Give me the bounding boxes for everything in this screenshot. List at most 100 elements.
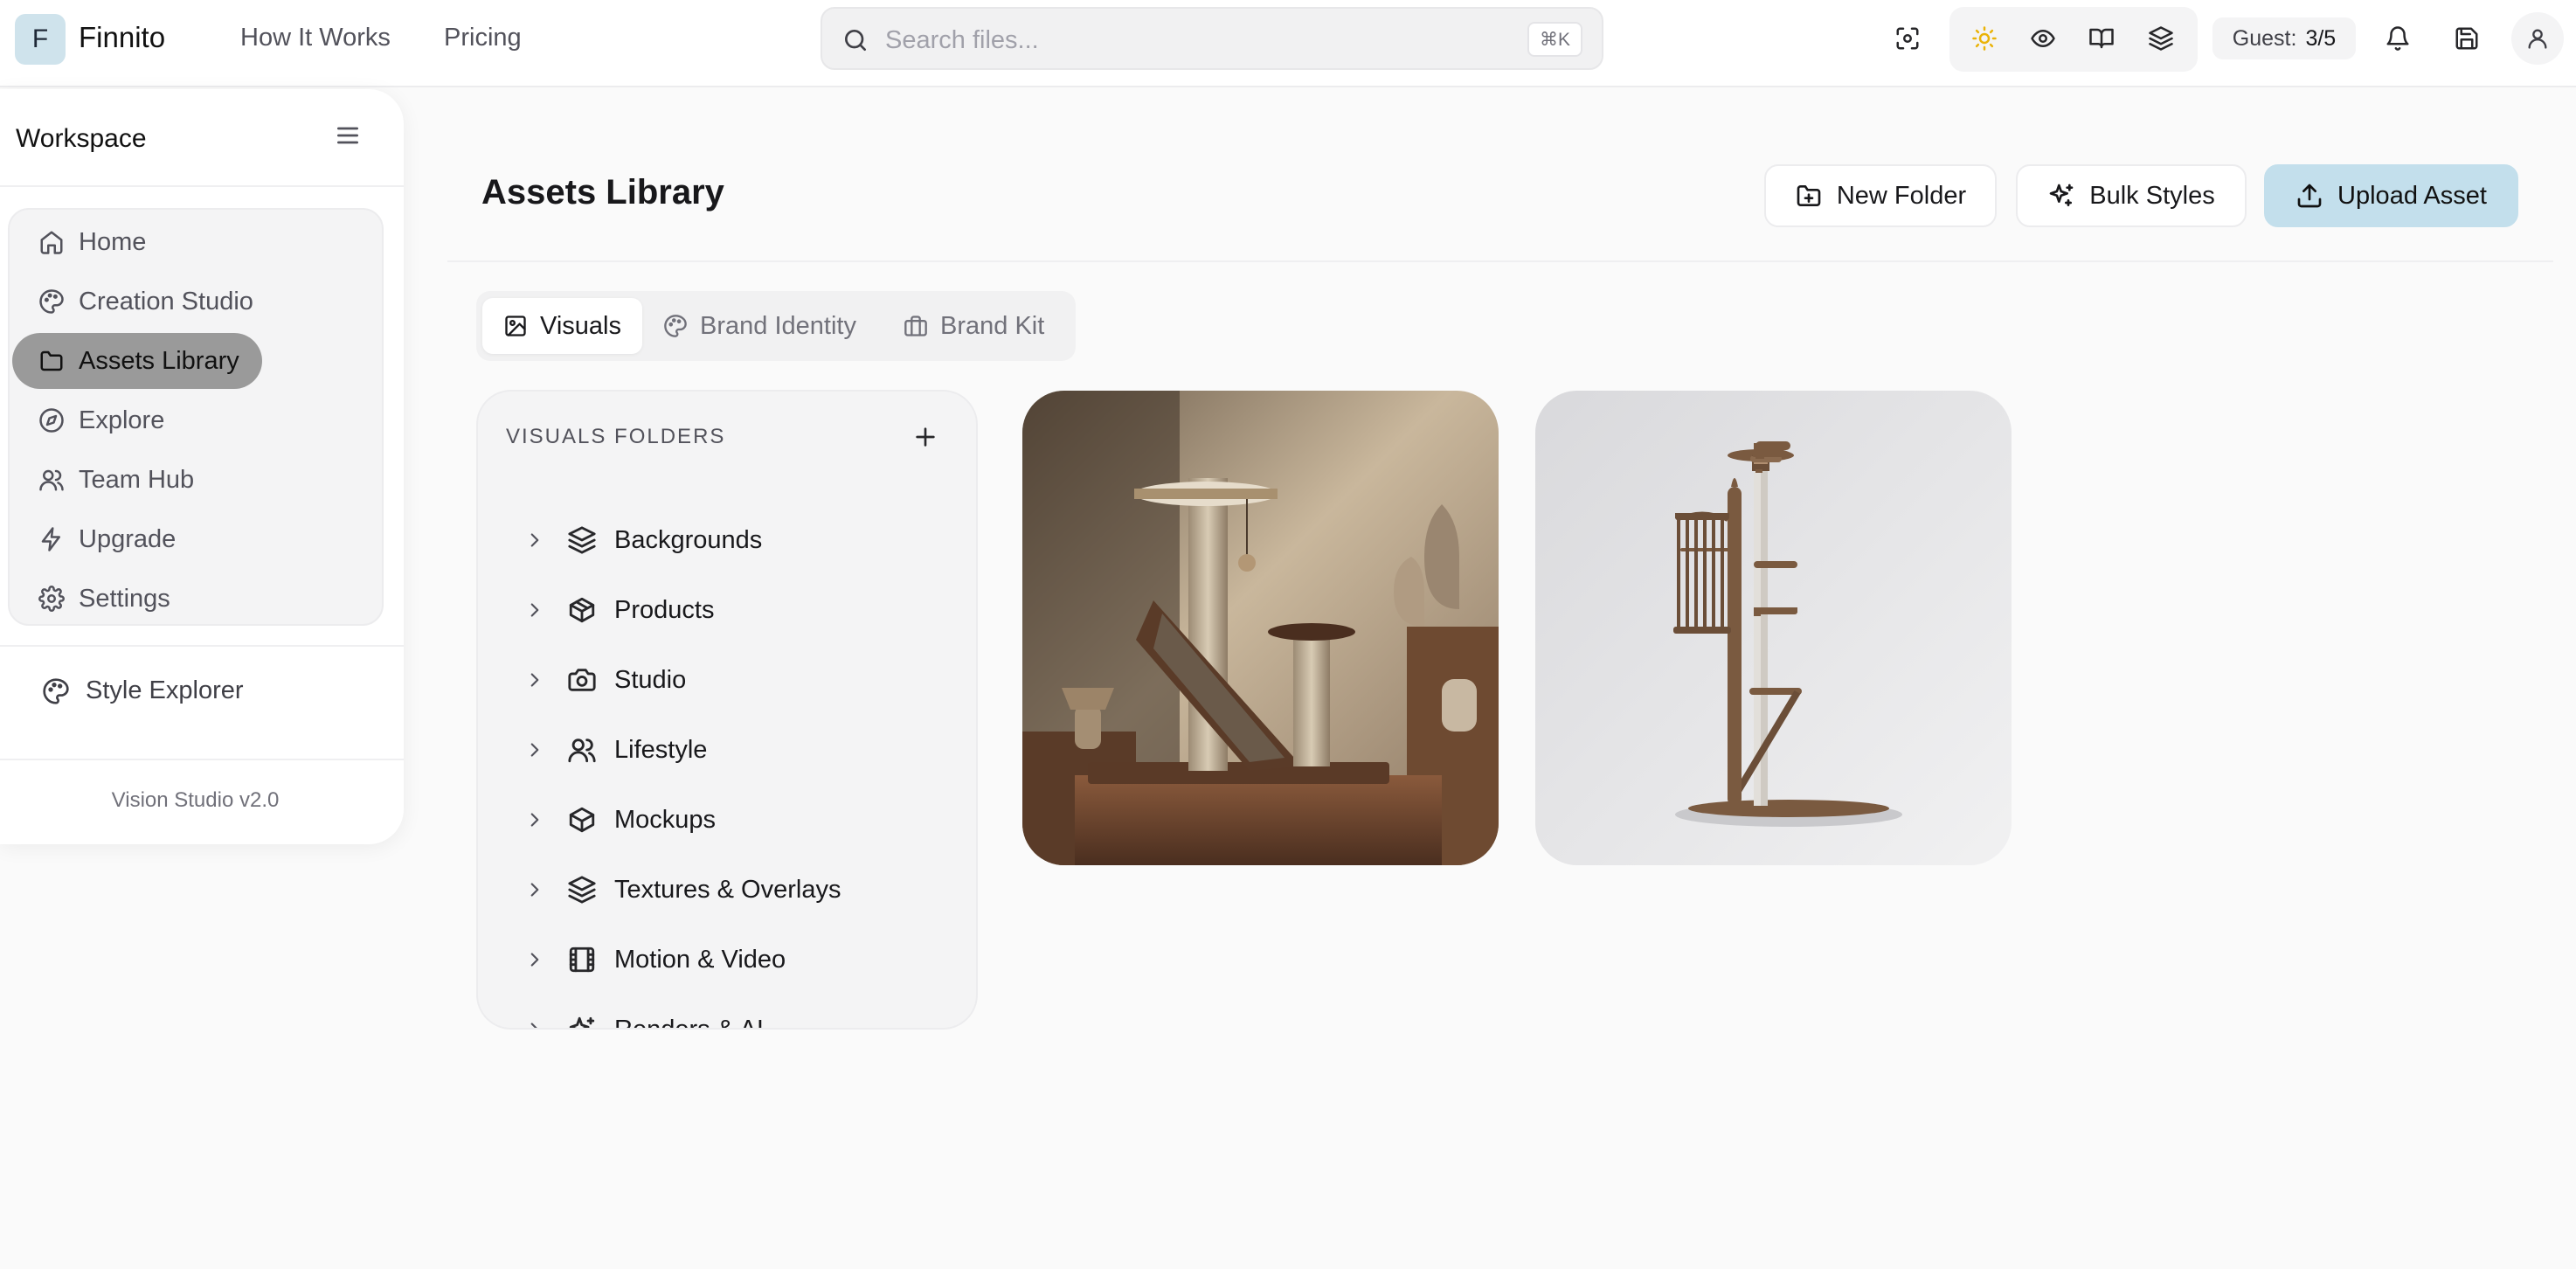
style-explorer-label: Style Explorer: [86, 676, 244, 704]
folder-icon: [38, 348, 65, 374]
folder-products[interactable]: Products: [523, 584, 714, 636]
chevron-right-icon[interactable]: [523, 808, 550, 831]
chevron-right-icon[interactable]: [523, 1018, 550, 1028]
sidebar-item-label: Upgrade: [79, 524, 177, 553]
cat-tree-photo: [1022, 391, 1499, 865]
nav-pricing[interactable]: Pricing: [444, 24, 522, 52]
new-folder-button[interactable]: New Folder: [1764, 164, 1997, 227]
sidebar-item-explore[interactable]: Explore: [12, 392, 204, 448]
search-icon: [841, 26, 869, 54]
package-icon: [567, 595, 597, 625]
chevron-right-icon[interactable]: [523, 669, 550, 691]
bell-icon[interactable]: [2380, 21, 2415, 56]
folders-title: VISUALS FOLDERS: [506, 425, 726, 448]
tab-brand-identity[interactable]: Brand Identity: [642, 298, 877, 354]
upload-asset-button[interactable]: Upload Asset: [2264, 164, 2518, 227]
view-tools: [1949, 7, 2198, 72]
users-icon: [38, 467, 65, 493]
asset-tabs: Visuals Brand Identity Brand Kit: [476, 291, 1076, 361]
gear-icon: [38, 586, 65, 612]
folder-plus-icon: [1795, 182, 1823, 210]
user-icon[interactable]: [2511, 12, 2564, 65]
chevron-right-icon[interactable]: [523, 878, 550, 901]
layers-icon[interactable]: [2143, 21, 2178, 56]
eye-icon[interactable]: [2025, 21, 2060, 56]
image-icon: [503, 314, 528, 338]
folder-label: Motion & Video: [614, 945, 786, 974]
app-name[interactable]: Finnito: [79, 21, 165, 54]
logo-letter: F: [31, 24, 49, 53]
folder-lifestyle[interactable]: Lifestyle: [523, 724, 707, 776]
guest-counter: Guest: 3/5: [2212, 17, 2356, 59]
palette-icon: [42, 677, 70, 705]
page-title: Assets Library: [481, 173, 724, 212]
sun-icon[interactable]: [1967, 21, 2002, 56]
bulk-styles-button[interactable]: Bulk Styles: [2016, 164, 2247, 227]
asset-card[interactable]: [1535, 391, 2012, 865]
folder-textures-overlays[interactable]: Textures & Overlays: [523, 863, 841, 916]
style-explorer-link[interactable]: Style Explorer: [42, 676, 244, 705]
package-icon: [567, 805, 597, 835]
palette-icon: [38, 288, 65, 315]
save-icon[interactable]: [2449, 21, 2484, 56]
guest-value: 3/5: [2305, 25, 2337, 51]
folder-backgrounds[interactable]: Backgrounds: [523, 514, 762, 566]
top-bar: F Finnito How It Works Pricing Search fi…: [0, 0, 2576, 87]
menu-icon[interactable]: [334, 121, 362, 149]
film-icon: [567, 945, 597, 974]
header-divider: [447, 260, 2553, 262]
folder-label: Studio: [614, 665, 687, 694]
focus-icon[interactable]: [1890, 21, 1925, 56]
nav-how-it-works[interactable]: How It Works: [240, 24, 391, 52]
add-folder-icon[interactable]: [911, 423, 939, 451]
sidebar-nav: Home Creation Studio Assets Library Expl…: [8, 208, 384, 626]
folder-label: Backgrounds: [614, 525, 763, 554]
folder-label: Mockups: [614, 805, 717, 834]
shortcut-hint: ⌘K: [1527, 22, 1582, 57]
compass-icon: [38, 407, 65, 433]
sidebar-item-creation-studio[interactable]: Creation Studio: [12, 274, 301, 329]
sparkles-icon: [2047, 182, 2075, 210]
briefcase-icon: [904, 314, 928, 338]
layers-icon: [567, 875, 597, 905]
sparkles-icon: [567, 1015, 597, 1028]
app-version: Vision Studio v2.0: [111, 788, 280, 812]
palette-icon: [663, 314, 688, 338]
folder-motion-video[interactable]: Motion & Video: [523, 933, 786, 986]
sidebar-item-label: Settings: [79, 584, 170, 613]
tab-visuals[interactable]: Visuals: [482, 298, 642, 354]
book-open-icon[interactable]: [2084, 21, 2119, 56]
users-icon: [567, 735, 597, 765]
folder-renders-ai[interactable]: Renders & AI: [523, 1003, 764, 1030]
sidebar-item-settings[interactable]: Settings: [12, 571, 213, 627]
tab-label: Visuals: [540, 311, 621, 340]
visuals-folders-panel: VISUALS FOLDERS Backgrounds Products Stu…: [476, 390, 978, 1030]
folder-label: Textures & Overlays: [614, 875, 841, 904]
new-folder-label: New Folder: [1836, 181, 1967, 210]
search-input[interactable]: Search files...: [885, 26, 1039, 55]
folder-studio[interactable]: Studio: [523, 654, 686, 706]
tab-brand-kit[interactable]: Brand Kit: [883, 298, 1065, 354]
sidebar-item-home[interactable]: Home: [12, 214, 178, 270]
folder-label: Renders & AI: [614, 1015, 764, 1030]
app-logo[interactable]: F: [15, 14, 66, 65]
sidebar-item-upgrade[interactable]: Upgrade: [12, 511, 213, 567]
chevron-right-icon[interactable]: [523, 529, 550, 551]
asset-card[interactable]: [1022, 391, 1499, 865]
chevron-right-icon[interactable]: [523, 739, 550, 761]
upload-asset-label: Upload Asset: [2337, 181, 2487, 210]
search-bar[interactable]: Search files... ⌘K: [821, 7, 1603, 70]
folder-mockups[interactable]: Mockups: [523, 794, 716, 846]
sidebar-item-label: Explore: [79, 406, 165, 434]
sidebar-item-label: Assets Library: [79, 346, 239, 375]
camera-icon: [567, 665, 597, 695]
workspace-title: Workspace: [16, 124, 147, 153]
sidebar-item-team-hub[interactable]: Team Hub: [12, 452, 222, 508]
sidebar-item-label: Home: [79, 227, 147, 256]
upload-icon: [2296, 182, 2323, 210]
chevron-right-icon[interactable]: [523, 599, 550, 621]
sidebar-divider: [0, 759, 404, 760]
sidebar-item-assets-library[interactable]: Assets Library: [12, 333, 262, 389]
chevron-right-icon[interactable]: [523, 948, 550, 971]
cat-tower-photo: [1535, 391, 2012, 865]
